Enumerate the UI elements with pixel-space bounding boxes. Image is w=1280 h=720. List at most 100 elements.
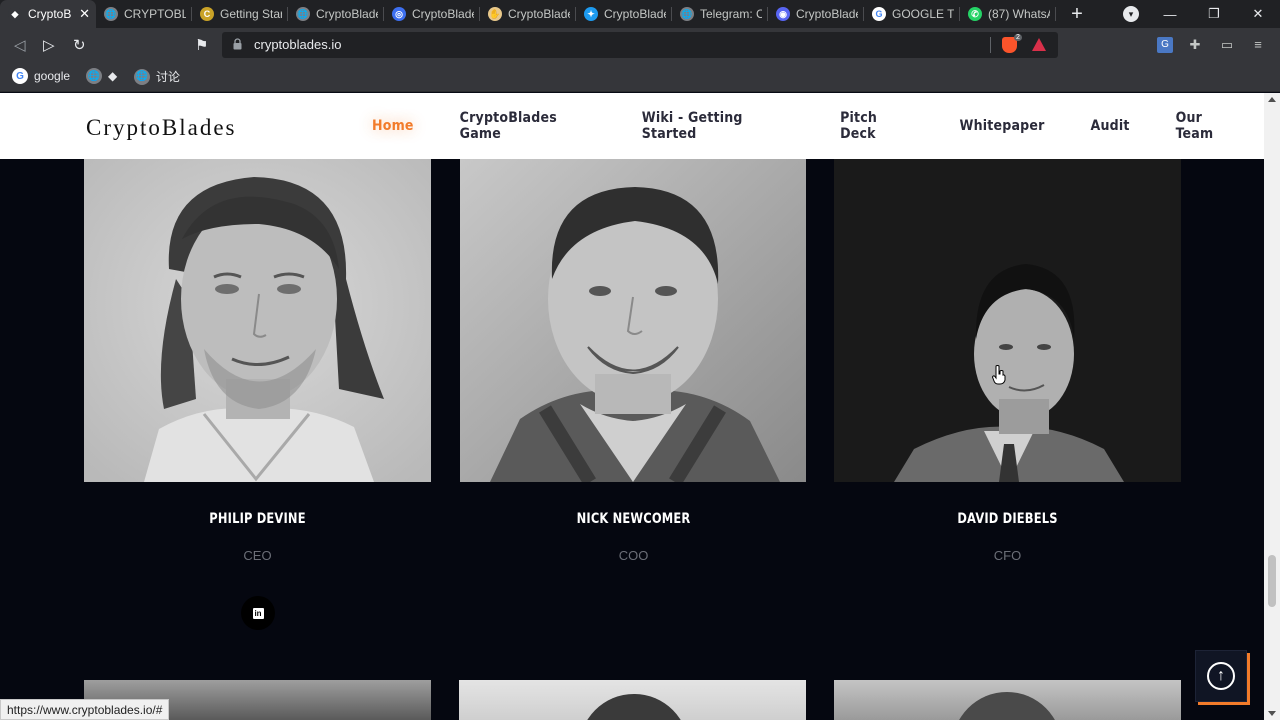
tab-search-icon[interactable]: ▾	[1123, 6, 1139, 22]
team-card: PHILIP DEVINE CEO in	[84, 159, 431, 630]
discord-icon: ◉	[776, 7, 790, 21]
scroll-down-arrow-icon[interactable]	[1268, 711, 1276, 716]
browser-tab[interactable]: ✆ (87) WhatsA	[960, 0, 1056, 28]
web-page: CryptoBlades Home CryptoBlades Game Wiki -…	[0, 93, 1264, 720]
bookmark-item[interactable]: 🌐 讨论	[134, 68, 180, 85]
hand-icon: ✋	[488, 7, 502, 21]
tab-title: CryptoBlade	[508, 7, 570, 21]
nav-link-wiki-getting-started[interactable]: Wiki - Getting Started	[642, 110, 794, 142]
arrow-up-icon: ↑	[1207, 662, 1235, 690]
nav-link-audit[interactable]: Audit	[1091, 118, 1130, 134]
reload-icon[interactable]: ↻	[73, 36, 86, 54]
new-tab-button[interactable]: +	[1062, 3, 1092, 26]
google-icon: G	[872, 7, 886, 21]
tab-title: CryptoBlade	[796, 7, 858, 21]
browser-tab[interactable]: ✋ CryptoBlade	[480, 0, 576, 28]
team-member-role: CEO	[243, 548, 272, 563]
lock-icon	[233, 38, 242, 50]
restore-button[interactable]: ❐	[1192, 6, 1236, 22]
browser-tab-strip: ◆CryptoB✕ 🌐 CRYPTOBLA C Getting Star 🌐 CryptoB…	[0, 0, 1280, 28]
browser-toolbar: ◁ ▷ ↻ ⚑ cryptoblades.io 2 G ✚ ▭ ≡	[0, 28, 1280, 62]
scroll-to-top-button[interactable]: ↑	[1195, 650, 1247, 702]
browser-tab[interactable]: ◆ CryptoB ✕	[0, 0, 96, 28]
url-text: cryptoblades.io	[254, 37, 342, 52]
tab-title: CryptoBlade	[316, 7, 378, 21]
c-logo-icon: C	[200, 7, 214, 21]
tab-title: CryptoBlade	[412, 7, 474, 21]
globe-icon: 🌐	[86, 68, 102, 84]
tab-title: Telegram: C	[700, 7, 762, 21]
main-navigation: Home CryptoBlades Game Wiki - Getting Star…	[349, 93, 1264, 159]
status-bar-url: https://www.cryptoblades.io/#	[0, 699, 170, 720]
team-member-name: NICK NEWCOMER	[576, 511, 691, 527]
translate-extension-icon[interactable]: G	[1157, 37, 1173, 53]
team-photo-partial	[834, 680, 1181, 720]
twitter-icon: ✦	[584, 7, 598, 21]
google-icon: G	[12, 68, 28, 84]
scroll-up-arrow-icon[interactable]	[1268, 97, 1276, 102]
forward-arrow-icon[interactable]: ▷	[43, 36, 55, 54]
mouse-hand-cursor-icon	[992, 365, 1006, 385]
tab-list: ◆CryptoB✕ 🌐 CRYPTOBLA C Getting Star 🌐 CryptoB…	[0, 0, 1056, 28]
discord-like-icon: ◎	[392, 7, 406, 21]
team-card: NICK NEWCOMER COO	[460, 159, 807, 563]
nav-link-our-team[interactable]: Our Team	[1176, 110, 1241, 142]
team-photo-philip	[84, 159, 431, 482]
browser-tab[interactable]: 🌐 CryptoBlade	[288, 0, 384, 28]
nav-link-home[interactable]: Home	[372, 118, 414, 134]
team-member-role: CFO	[993, 548, 1022, 563]
tab-close-icon[interactable]: ✕	[79, 6, 90, 22]
nav-link-cryptoblades-game[interactable]: CryptoBlades Game	[460, 110, 596, 142]
bookmark-label: ◆	[108, 69, 118, 83]
bookmark-item[interactable]: 🌐 ◆	[86, 68, 117, 84]
browser-tab[interactable]: 🌐 CRYPTOBLA	[96, 0, 192, 28]
globe-icon: 🌐	[134, 68, 150, 85]
team-photo-nick	[460, 159, 807, 482]
bookmark-label: 讨论	[156, 70, 181, 84]
site-header: CryptoBlades Home CryptoBlades Game Wiki -…	[0, 93, 1264, 159]
close-window-button[interactable]: ✕	[1236, 6, 1280, 22]
extensions-puzzle-icon[interactable]: ✚	[1187, 37, 1203, 53]
nav-link-pitch-deck[interactable]: Pitch Deck	[840, 110, 913, 142]
browser-tab[interactable]: G GOOGLE TR	[864, 0, 960, 28]
scrollbar-thumb[interactable]	[1268, 555, 1276, 607]
browser-tab[interactable]: ◎ CryptoBlade	[384, 0, 480, 28]
tab-title: Getting Star	[220, 7, 282, 21]
minimize-button[interactable]: —	[1148, 7, 1192, 22]
address-bar-divider	[990, 37, 991, 53]
nav-link-whitepaper[interactable]: Whitepaper	[959, 118, 1044, 134]
page-scrollbar[interactable]	[1264, 93, 1280, 720]
tab-title: CryptoBlade	[604, 7, 666, 21]
window-controls: — ❐ ✕	[1148, 0, 1280, 28]
whatsapp-icon: ✆	[968, 7, 982, 21]
address-bar[interactable]: cryptoblades.io 2	[222, 32, 1058, 58]
cryptoblades-icon: ◆	[8, 7, 22, 21]
linkedin-icon[interactable]: in	[241, 596, 275, 630]
globe-icon: 🌐	[296, 7, 310, 21]
menu-icon[interactable]: ≡	[1250, 37, 1266, 53]
team-card: DAVID DIEBELS CFO	[834, 159, 1181, 563]
site-logo[interactable]: CryptoBlades	[86, 115, 237, 141]
brave-rewards-icon[interactable]	[1032, 38, 1046, 51]
team-member-name: PHILIP DEVINE	[209, 511, 306, 527]
bookmarks-bar: Ggoogle 🌐 ◆ 🌐 讨论	[0, 62, 1280, 92]
team-photo-partial	[459, 680, 806, 720]
bookmark-label: google	[34, 69, 71, 83]
browser-tab[interactable]: 🌐 Telegram: C	[672, 0, 768, 28]
browser-tab[interactable]: ◉ CryptoBlade	[768, 0, 864, 28]
tab-title: (87) WhatsA	[988, 7, 1050, 21]
bookmark-icon[interactable]: ⚑	[195, 36, 208, 54]
wallet-icon[interactable]: ▭	[1219, 37, 1235, 53]
browser-tab[interactable]: C Getting Star	[192, 0, 288, 28]
browser-tab[interactable]: ✦ CryptoBlade	[576, 0, 672, 28]
globe-icon: 🌐	[104, 7, 118, 21]
globe-icon: 🌐	[680, 7, 694, 21]
tab-title: GOOGLE TR	[892, 7, 954, 21]
team-member-name: DAVID DIEBELS	[957, 511, 1058, 527]
back-arrow-icon[interactable]: ◁	[14, 36, 26, 54]
brave-shield-count: 2	[1014, 34, 1022, 41]
tab-title: CRYPTOBLA	[124, 7, 186, 21]
team-member-role: COO	[618, 548, 649, 563]
team-photo-david	[834, 159, 1181, 482]
bookmark-item[interactable]: Ggoogle	[12, 68, 70, 84]
